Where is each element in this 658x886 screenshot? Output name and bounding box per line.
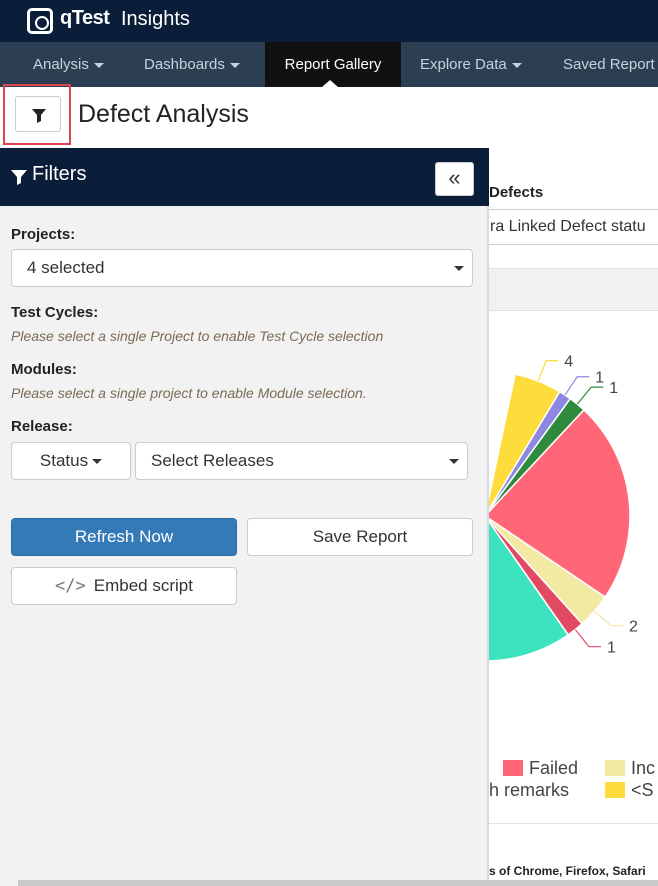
pie-leader-line <box>537 360 559 382</box>
nav-dashboards[interactable]: Dashboards <box>144 42 240 87</box>
nav-analysis[interactable]: Analysis <box>33 42 104 87</box>
legend-failed[interactable]: Failed <box>529 758 578 779</box>
nav-explore-data-label: Explore Data <box>420 56 507 73</box>
nav-explore-data[interactable]: Explore Data <box>420 42 522 87</box>
embed-script-button[interactable]: </> Embed script <box>11 567 237 605</box>
highlight-box <box>3 84 71 145</box>
nav-analysis-label: Analysis <box>33 56 89 73</box>
collapse-filters-button[interactable]: « <box>435 162 474 196</box>
legend-swatch-failed <box>503 760 523 776</box>
pie-chart: 41121 <box>485 354 638 662</box>
modules-label: Modules: <box>11 361 77 378</box>
legend-swatch-s <box>605 782 625 798</box>
modules-hint: Please select a single project to enable… <box>11 385 367 401</box>
legend-inc[interactable]: Inc <box>631 758 655 779</box>
active-tab-pointer <box>322 80 338 87</box>
pie-leader-line <box>574 629 601 648</box>
nav-dashboards-label: Dashboards <box>144 56 225 73</box>
qtest-logo-icon <box>27 8 53 34</box>
pie-data-label: 2 <box>629 619 638 636</box>
filters-panel: Filters « Projects: 4 selected Test Cycl… <box>0 148 489 886</box>
double-chevron-left-icon: « <box>448 165 461 190</box>
nav-saved-report-label: Saved Report <box>563 56 655 73</box>
release-status-dropdown[interactable]: Status <box>11 442 131 480</box>
pie-data-label: 1 <box>607 640 616 657</box>
legend-s[interactable]: <S <box>631 780 654 801</box>
browser-note: s of Chrome, Firefox, Safari <box>489 864 646 878</box>
legend-swatch-inc <box>605 760 625 776</box>
embed-script-label: Embed script <box>93 576 193 595</box>
pie-leader-line <box>576 386 604 405</box>
pie-leader-line <box>594 610 624 627</box>
nav-report-gallery-label: Report Gallery <box>284 56 382 73</box>
refresh-now-button[interactable]: Refresh Now <box>11 518 237 556</box>
projects-select[interactable]: 4 selected <box>11 249 473 287</box>
brand-product: Insights <box>121 8 190 30</box>
filters-header: Filters « <box>0 148 489 206</box>
release-select-value: Select Releases <box>151 451 274 470</box>
projects-select-value: 4 selected <box>27 258 105 277</box>
projects-label: Projects: <box>11 226 76 243</box>
pie-data-label: 1 <box>609 380 618 397</box>
brand-name: qTest <box>60 7 110 29</box>
test-cycles-hint: Please select a single Project to enable… <box>11 328 384 344</box>
pie-data-label: 1 <box>595 370 604 387</box>
pie-data-label: 4 <box>564 354 573 371</box>
chevron-down-icon <box>511 62 522 68</box>
chevron-down-icon <box>92 459 103 465</box>
defects-label: Defects <box>489 184 544 201</box>
defects-select[interactable]: ra Linked Defect statu <box>485 209 658 245</box>
pie-leader-line <box>564 376 590 396</box>
legend-remarks[interactable]: h remarks <box>489 780 569 801</box>
chevron-down-icon <box>93 62 104 68</box>
save-report-button[interactable]: Save Report <box>247 518 473 556</box>
release-label: Release: <box>11 418 73 435</box>
test-cycles-label: Test Cycles: <box>11 304 99 321</box>
chevron-down-icon <box>229 62 240 68</box>
chevron-down-icon <box>449 459 459 464</box>
horizontal-scrollbar[interactable] <box>18 880 658 886</box>
release-status-label: Status <box>39 451 89 470</box>
nav-saved-report[interactable]: Saved Report <box>563 42 655 87</box>
release-select[interactable]: Select Releases <box>135 442 468 480</box>
page-title: Defect Analysis <box>78 100 249 128</box>
code-icon: </> <box>55 576 86 596</box>
filter-icon <box>11 170 27 185</box>
brand-bar: qTest Insights <box>0 0 658 42</box>
chevron-down-icon <box>454 266 464 271</box>
filters-title: Filters <box>32 163 87 185</box>
